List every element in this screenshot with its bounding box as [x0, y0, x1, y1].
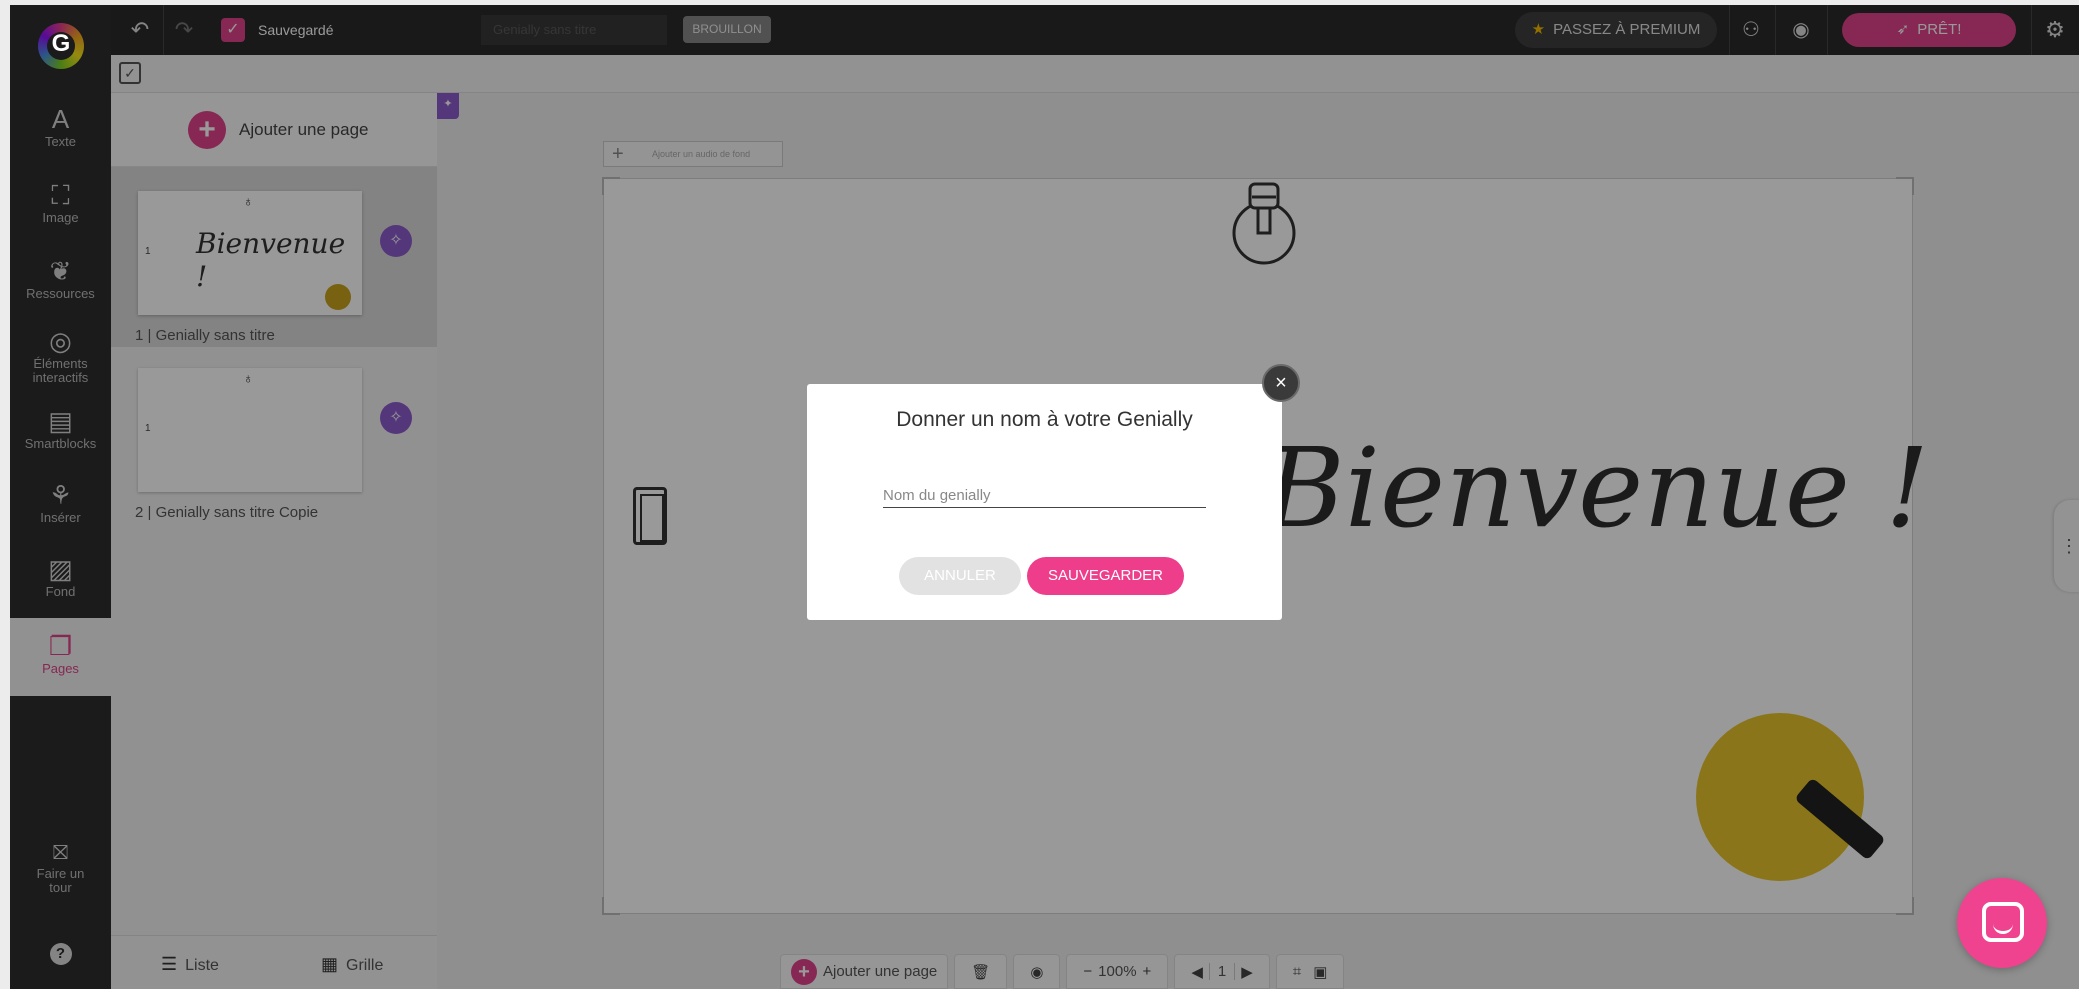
chat-support-button[interactable]: [1957, 878, 2047, 968]
name-genially-dialog: Donner un nom à votre Genially ANNULER S…: [807, 384, 1282, 620]
genially-name-input[interactable]: [883, 483, 1206, 508]
dialog-title: Donner un nom à votre Genially: [896, 408, 1193, 431]
cancel-button[interactable]: ANNULER: [899, 557, 1021, 595]
app-root: ↶ ↷ ✓ Sauvegardé Genially sans titre BRO…: [0, 0, 2079, 989]
save-button[interactable]: SAUVEGARDER: [1027, 557, 1184, 595]
chat-icon: [1982, 902, 2024, 942]
close-icon[interactable]: ×: [1262, 364, 1300, 402]
